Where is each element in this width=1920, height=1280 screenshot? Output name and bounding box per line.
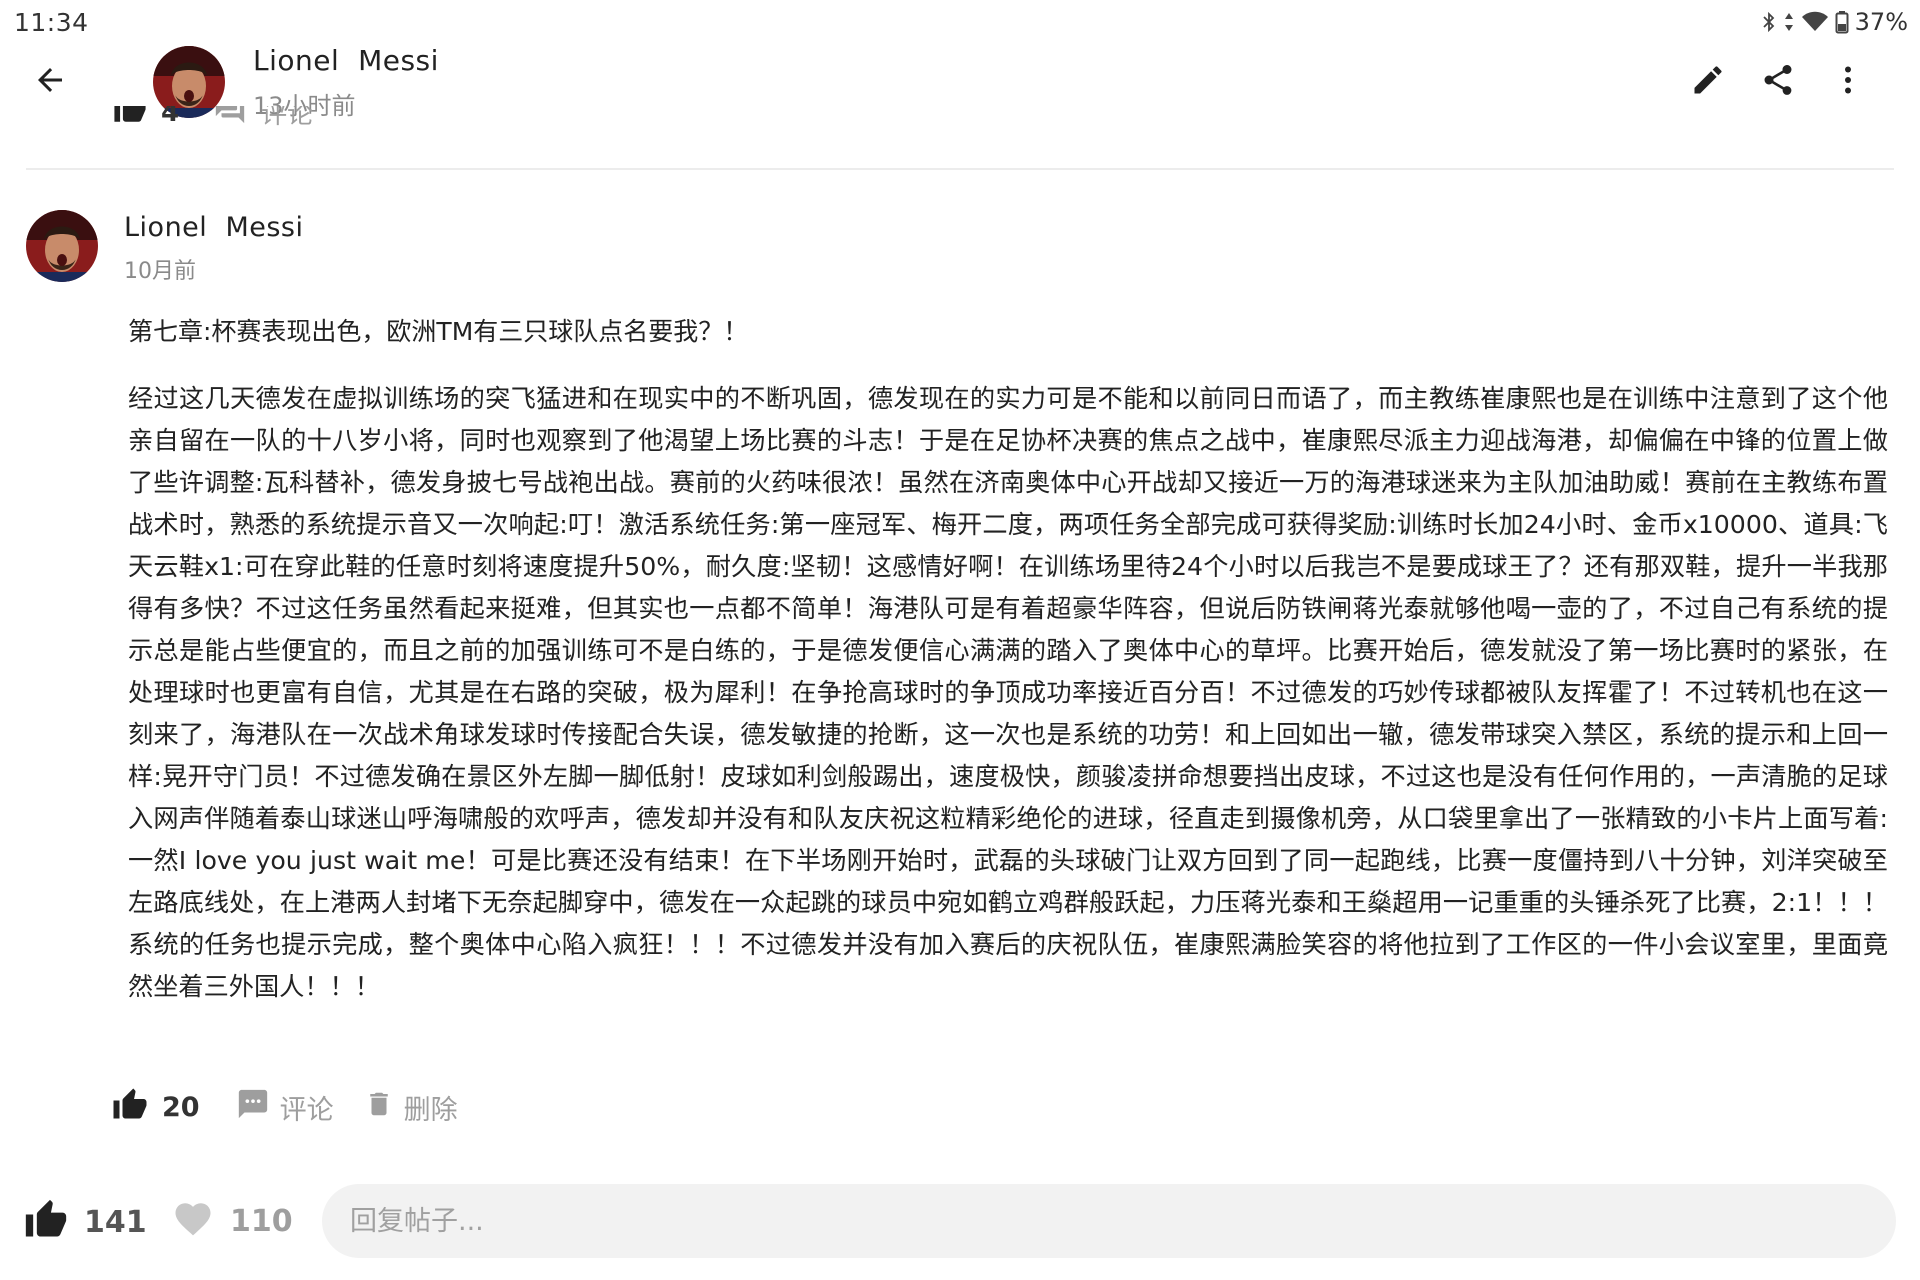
favorite-button[interactable]: 110 xyxy=(172,1198,293,1244)
trash-icon xyxy=(364,1087,394,1128)
previous-comment-label[interactable]: 评论 xyxy=(261,106,313,131)
share-button[interactable] xyxy=(1754,58,1802,106)
share-icon xyxy=(1760,62,1796,102)
wifi-icon xyxy=(1801,10,1829,34)
bottom-bar: 141 110 xyxy=(0,1178,1920,1262)
previous-comment-actions: 4 评论 xyxy=(113,106,513,136)
bluetooth-icon xyxy=(1761,10,1777,34)
reply-input[interactable] xyxy=(322,1184,1896,1258)
edit-button[interactable] xyxy=(1684,58,1732,106)
edit-pencil-icon xyxy=(1690,62,1726,102)
thumb-up-icon xyxy=(112,1087,148,1127)
previous-like-count: 4 xyxy=(161,106,180,128)
comment-icon xyxy=(236,1087,270,1128)
post-like-button[interactable]: 20 xyxy=(112,1087,200,1127)
post-title: 第七章:杯赛表现出色，欧洲TM有三只球队点名要我？！ xyxy=(128,317,749,346)
post-comment-label: 评论 xyxy=(279,1094,334,1126)
thread-like-count: 141 xyxy=(84,1204,147,1240)
comment-icon[interactable] xyxy=(213,106,247,133)
thread-like-button[interactable]: 141 xyxy=(24,1198,147,1246)
more-vert-icon xyxy=(1830,62,1866,102)
battery-icon xyxy=(1835,10,1849,34)
post-timestamp: 10月前 xyxy=(124,259,196,284)
status-bar: 11:34 37% xyxy=(0,0,1920,44)
heart-icon xyxy=(172,1198,214,1244)
thumb-up-icon[interactable] xyxy=(113,106,147,133)
post-comment-button[interactable]: 评论 xyxy=(236,1087,334,1128)
more-button[interactable] xyxy=(1824,58,1872,106)
data-arrows-icon xyxy=(1783,10,1795,34)
divider xyxy=(26,168,1894,170)
app-bar-actions xyxy=(1684,58,1872,106)
post-delete-button[interactable]: 删除 xyxy=(364,1087,458,1128)
post-like-count: 20 xyxy=(162,1091,200,1123)
post-delete-label: 删除 xyxy=(403,1094,458,1126)
post-actions: 20 评论 删除 xyxy=(112,1082,458,1132)
author-name[interactable]: Lionel Messi xyxy=(253,44,439,77)
status-time: 11:34 xyxy=(14,8,89,37)
app-bar: Lionel Messi 13小时前 xyxy=(0,44,1920,164)
post-author-avatar[interactable] xyxy=(26,210,98,282)
back-arrow-icon xyxy=(32,62,68,102)
thumb-up-icon xyxy=(24,1198,68,1246)
battery-percent: 37% xyxy=(1854,8,1908,36)
post-body: 经过这几天德发在虚拟训练场的突飞猛进和在现实中的不断巩固，德发现在的实力可是不能… xyxy=(128,384,1888,1001)
back-button[interactable] xyxy=(26,58,74,106)
post-author-name[interactable]: Lionel Messi xyxy=(124,212,304,243)
favorite-count: 110 xyxy=(230,1203,293,1239)
status-icons: 37% xyxy=(1761,8,1908,36)
